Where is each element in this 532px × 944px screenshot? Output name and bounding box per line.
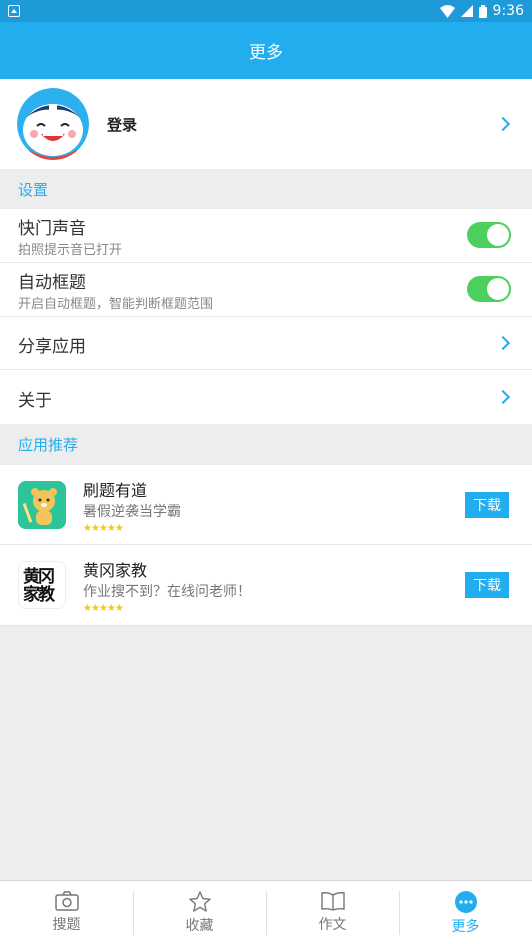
tab-essay[interactable]: 作文 bbox=[266, 881, 399, 944]
battery-icon bbox=[478, 4, 487, 18]
settings-section-label: 设置 bbox=[18, 180, 49, 199]
tab-search[interactable]: 搜题 bbox=[0, 881, 133, 944]
recommend-section-label: 应用推荐 bbox=[18, 436, 79, 454]
shutter-sound-row[interactable]: 快门声音 拍照提示音已打开 bbox=[0, 209, 532, 263]
share-app-title: 分享应用 bbox=[18, 337, 86, 357]
tab-label: 收藏 bbox=[185, 918, 214, 934]
wifi-icon bbox=[439, 4, 455, 18]
auto-frame-toggle[interactable] bbox=[467, 276, 511, 302]
chevron-right-icon bbox=[495, 335, 511, 351]
notification-icon bbox=[8, 5, 20, 17]
auto-frame-subtitle: 开启自动框题，智能判断框题范围 bbox=[18, 297, 214, 312]
tab-favorites[interactable]: 收藏 bbox=[133, 881, 266, 944]
download-button[interactable]: 下载 bbox=[465, 572, 509, 598]
login-row[interactable]: 登录 bbox=[0, 79, 532, 169]
app-description: 暑假逆袭当学霸 bbox=[83, 504, 181, 520]
auto-frame-row[interactable]: 自动框题 开启自动框题，智能判断框题范围 bbox=[0, 263, 532, 317]
rating-stars: ★★★★★ bbox=[83, 603, 124, 614]
app-description: 作业搜不到？在线问老师！ bbox=[83, 584, 251, 600]
toggle-knob bbox=[487, 224, 509, 246]
app-icon-huanggangjiajiao: 黄冈家教 bbox=[18, 561, 66, 609]
camera-icon bbox=[54, 891, 79, 911]
auto-frame-title: 自动框题 bbox=[18, 273, 86, 293]
login-label[interactable]: 登录 bbox=[107, 114, 137, 135]
share-app-row[interactable]: 分享应用 bbox=[0, 317, 532, 370]
avatar[interactable] bbox=[17, 88, 89, 160]
recommend-section-header: 应用推荐 bbox=[0, 424, 532, 465]
shutter-sound-toggle[interactable] bbox=[467, 222, 511, 248]
tab-label: 作文 bbox=[318, 917, 347, 933]
app-row-huanggangjiajiao[interactable]: 黄冈家教 黄冈家教 作业搜不到？在线问老师！ ★★★★★ 下载 bbox=[0, 545, 532, 626]
app-row-shuatiyoudao[interactable]: 刷题有道 暑假逆袭当学霸 ★★★★★ 下载 bbox=[0, 465, 532, 545]
download-button[interactable]: 下载 bbox=[465, 492, 509, 518]
settings-section-header: 设置 bbox=[0, 169, 532, 209]
app-icon-text: 黄冈家教 bbox=[23, 567, 55, 605]
app-name: 刷题有道 bbox=[83, 481, 148, 500]
shutter-sound-title: 快门声音 bbox=[18, 219, 86, 239]
bottom-tab-bar: 搜题 收藏 作文 更多 bbox=[0, 880, 532, 944]
signal-icon bbox=[460, 5, 473, 17]
chevron-right-icon bbox=[495, 116, 511, 132]
status-bar: 9:36 bbox=[0, 0, 532, 22]
book-icon bbox=[320, 892, 345, 911]
tab-more[interactable]: 更多 bbox=[399, 881, 532, 944]
page-title: 更多 bbox=[249, 43, 283, 63]
toggle-knob bbox=[487, 278, 509, 300]
tab-label: 搜题 bbox=[52, 917, 81, 933]
app-name: 黄冈家教 bbox=[83, 561, 148, 580]
about-row[interactable]: 关于 bbox=[0, 370, 532, 424]
shutter-sound-subtitle: 拍照提示音已打开 bbox=[18, 243, 123, 258]
about-title: 关于 bbox=[18, 391, 52, 411]
more-icon bbox=[454, 891, 477, 913]
status-time: 9:36 bbox=[492, 3, 524, 19]
star-icon bbox=[188, 891, 211, 912]
app-icon-shuatiyoudao bbox=[18, 481, 66, 529]
tab-label: 更多 bbox=[451, 919, 480, 935]
chevron-right-icon bbox=[495, 389, 511, 405]
rating-stars: ★★★★★ bbox=[83, 523, 124, 534]
title-bar: 更多 bbox=[0, 22, 532, 79]
